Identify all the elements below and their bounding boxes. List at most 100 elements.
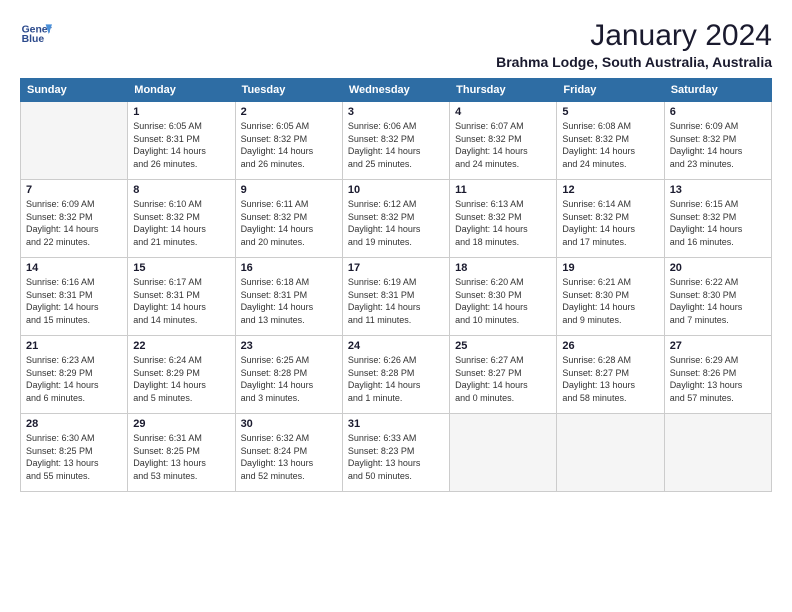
subtitle: Brahma Lodge, South Australia, Australia — [496, 54, 772, 70]
day-number: 27 — [670, 340, 766, 352]
main-title: January 2024 — [496, 18, 772, 54]
header-day-wednesday: Wednesday — [342, 79, 449, 102]
day-number: 31 — [348, 418, 444, 430]
day-cell: 26 Sunrise: 6:28 AM Sunset: 8:27 PM Dayli… — [557, 336, 664, 414]
day-number: 24 — [348, 340, 444, 352]
day-number: 8 — [133, 184, 229, 196]
day-info: Sunrise: 6:31 AM Sunset: 8:25 PM Dayligh… — [133, 432, 229, 482]
day-info: Sunrise: 6:09 AM Sunset: 8:32 PM Dayligh… — [670, 120, 766, 170]
header-day-saturday: Saturday — [664, 79, 771, 102]
day-number: 11 — [455, 184, 551, 196]
day-info: Sunrise: 6:15 AM Sunset: 8:32 PM Dayligh… — [670, 198, 766, 248]
day-cell: 19 Sunrise: 6:21 AM Sunset: 8:30 PM Dayli… — [557, 258, 664, 336]
day-number: 19 — [562, 262, 658, 274]
day-cell — [21, 102, 128, 180]
header-day-sunday: Sunday — [21, 79, 128, 102]
day-cell: 3 Sunrise: 6:06 AM Sunset: 8:32 PM Daylig… — [342, 102, 449, 180]
day-cell: 27 Sunrise: 6:29 AM Sunset: 8:26 PM Dayli… — [664, 336, 771, 414]
day-number: 9 — [241, 184, 337, 196]
day-info: Sunrise: 6:16 AM Sunset: 8:31 PM Dayligh… — [26, 276, 122, 326]
day-info: Sunrise: 6:12 AM Sunset: 8:32 PM Dayligh… — [348, 198, 444, 248]
day-cell: 22Sunrise: 6:24 AM Sunset: 8:29 PM Dayli… — [128, 336, 235, 414]
day-cell: 30 Sunrise: 6:32 AM Sunset: 8:24 PM Dayli… — [235, 414, 342, 492]
day-info: Sunrise: 6:21 AM Sunset: 8:30 PM Dayligh… — [562, 276, 658, 326]
day-number: 25 — [455, 340, 551, 352]
day-info: Sunrise: 6:22 AM Sunset: 8:30 PM Dayligh… — [670, 276, 766, 326]
day-cell: 13 Sunrise: 6:15 AM Sunset: 8:32 PM Dayli… — [664, 180, 771, 258]
day-cell — [450, 414, 557, 492]
day-number: 3 — [348, 106, 444, 118]
week-row-1: 1 Sunrise: 6:05 AM Sunset: 8:31 PM Daylig… — [21, 102, 772, 180]
day-number: 13 — [670, 184, 766, 196]
day-cell: 10 Sunrise: 6:12 AM Sunset: 8:32 PM Dayli… — [342, 180, 449, 258]
day-cell: 21 Sunrise: 6:23 AM Sunset: 8:29 PM Dayli… — [21, 336, 128, 414]
day-info: Sunrise: 6:28 AM Sunset: 8:27 PM Dayligh… — [562, 354, 658, 404]
day-number: 6 — [670, 106, 766, 118]
day-number: 10 — [348, 184, 444, 196]
day-info: Sunrise: 6:10 AM Sunset: 8:32 PM Dayligh… — [133, 198, 229, 248]
day-number: 18 — [455, 262, 551, 274]
day-info: Sunrise: 6:14 AM Sunset: 8:32 PM Dayligh… — [562, 198, 658, 248]
week-row-3: 14Sunrise: 6:16 AM Sunset: 8:31 PM Dayli… — [21, 258, 772, 336]
day-number: 23 — [241, 340, 337, 352]
day-cell — [557, 414, 664, 492]
calendar-table: SundayMondayTuesdayWednesdayThursdayFrid… — [20, 78, 772, 492]
day-number: 20 — [670, 262, 766, 274]
day-number: 22 — [133, 340, 229, 352]
day-info: Sunrise: 6:17 AM Sunset: 8:31 PM Dayligh… — [133, 276, 229, 326]
day-info: Sunrise: 6:05 AM Sunset: 8:31 PM Dayligh… — [133, 120, 229, 170]
day-info: Sunrise: 6:32 AM Sunset: 8:24 PM Dayligh… — [241, 432, 337, 482]
day-number: 2 — [241, 106, 337, 118]
day-info: Sunrise: 6:26 AM Sunset: 8:28 PM Dayligh… — [348, 354, 444, 404]
day-number: 21 — [26, 340, 122, 352]
day-info: Sunrise: 6:11 AM Sunset: 8:32 PM Dayligh… — [241, 198, 337, 248]
day-info: Sunrise: 6:09 AM Sunset: 8:32 PM Dayligh… — [26, 198, 122, 248]
logo: General Blue — [20, 18, 52, 50]
day-number: 5 — [562, 106, 658, 118]
day-cell: 6 Sunrise: 6:09 AM Sunset: 8:32 PM Daylig… — [664, 102, 771, 180]
day-info: Sunrise: 6:05 AM Sunset: 8:32 PM Dayligh… — [241, 120, 337, 170]
day-cell: 28 Sunrise: 6:30 AM Sunset: 8:25 PM Dayli… — [21, 414, 128, 492]
svg-text:Blue: Blue — [22, 34, 45, 45]
logo-icon: General Blue — [20, 18, 52, 50]
day-info: Sunrise: 6:25 AM Sunset: 8:28 PM Dayligh… — [241, 354, 337, 404]
day-cell: 16Sunrise: 6:18 AM Sunset: 8:31 PM Dayli… — [235, 258, 342, 336]
header: General Blue January 2024 Brahma Lodge, … — [20, 18, 772, 70]
day-number: 28 — [26, 418, 122, 430]
day-cell: 5 Sunrise: 6:08 AM Sunset: 8:32 PM Daylig… — [557, 102, 664, 180]
day-info: Sunrise: 6:23 AM Sunset: 8:29 PM Dayligh… — [26, 354, 122, 404]
day-cell: 4Sunrise: 6:07 AM Sunset: 8:32 PM Daylig… — [450, 102, 557, 180]
day-number: 17 — [348, 262, 444, 274]
day-cell: 24 Sunrise: 6:26 AM Sunset: 8:28 PM Dayli… — [342, 336, 449, 414]
day-info: Sunrise: 6:13 AM Sunset: 8:32 PM Dayligh… — [455, 198, 551, 248]
day-number: 29 — [133, 418, 229, 430]
day-cell: 17Sunrise: 6:19 AM Sunset: 8:31 PM Dayli… — [342, 258, 449, 336]
day-info: Sunrise: 6:18 AM Sunset: 8:31 PM Dayligh… — [241, 276, 337, 326]
day-cell — [664, 414, 771, 492]
day-cell: 25Sunrise: 6:27 AM Sunset: 8:27 PM Dayli… — [450, 336, 557, 414]
day-info: Sunrise: 6:07 AM Sunset: 8:32 PM Dayligh… — [455, 120, 551, 170]
day-cell: 20 Sunrise: 6:22 AM Sunset: 8:30 PM Dayli… — [664, 258, 771, 336]
header-row: SundayMondayTuesdayWednesdayThursdayFrid… — [21, 79, 772, 102]
day-number: 7 — [26, 184, 122, 196]
day-cell: 9 Sunrise: 6:11 AM Sunset: 8:32 PM Daylig… — [235, 180, 342, 258]
header-day-friday: Friday — [557, 79, 664, 102]
day-info: Sunrise: 6:08 AM Sunset: 8:32 PM Dayligh… — [562, 120, 658, 170]
calendar-page: General Blue January 2024 Brahma Lodge, … — [0, 0, 792, 612]
day-info: Sunrise: 6:33 AM Sunset: 8:23 PM Dayligh… — [348, 432, 444, 482]
day-cell: 29 Sunrise: 6:31 AM Sunset: 8:25 PM Dayli… — [128, 414, 235, 492]
day-cell: 23 Sunrise: 6:25 AM Sunset: 8:28 PM Dayli… — [235, 336, 342, 414]
day-cell: 18Sunrise: 6:20 AM Sunset: 8:30 PM Dayli… — [450, 258, 557, 336]
day-info: Sunrise: 6:06 AM Sunset: 8:32 PM Dayligh… — [348, 120, 444, 170]
week-row-2: 7 Sunrise: 6:09 AM Sunset: 8:32 PM Daylig… — [21, 180, 772, 258]
day-number: 30 — [241, 418, 337, 430]
day-cell: 14Sunrise: 6:16 AM Sunset: 8:31 PM Dayli… — [21, 258, 128, 336]
day-cell: 8 Sunrise: 6:10 AM Sunset: 8:32 PM Daylig… — [128, 180, 235, 258]
day-info: Sunrise: 6:29 AM Sunset: 8:26 PM Dayligh… — [670, 354, 766, 404]
day-info: Sunrise: 6:30 AM Sunset: 8:25 PM Dayligh… — [26, 432, 122, 482]
day-cell: 11 Sunrise: 6:13 AM Sunset: 8:32 PM Dayli… — [450, 180, 557, 258]
day-cell: 12Sunrise: 6:14 AM Sunset: 8:32 PM Dayli… — [557, 180, 664, 258]
day-number: 26 — [562, 340, 658, 352]
day-number: 1 — [133, 106, 229, 118]
day-cell: 31 Sunrise: 6:33 AM Sunset: 8:23 PM Dayli… — [342, 414, 449, 492]
